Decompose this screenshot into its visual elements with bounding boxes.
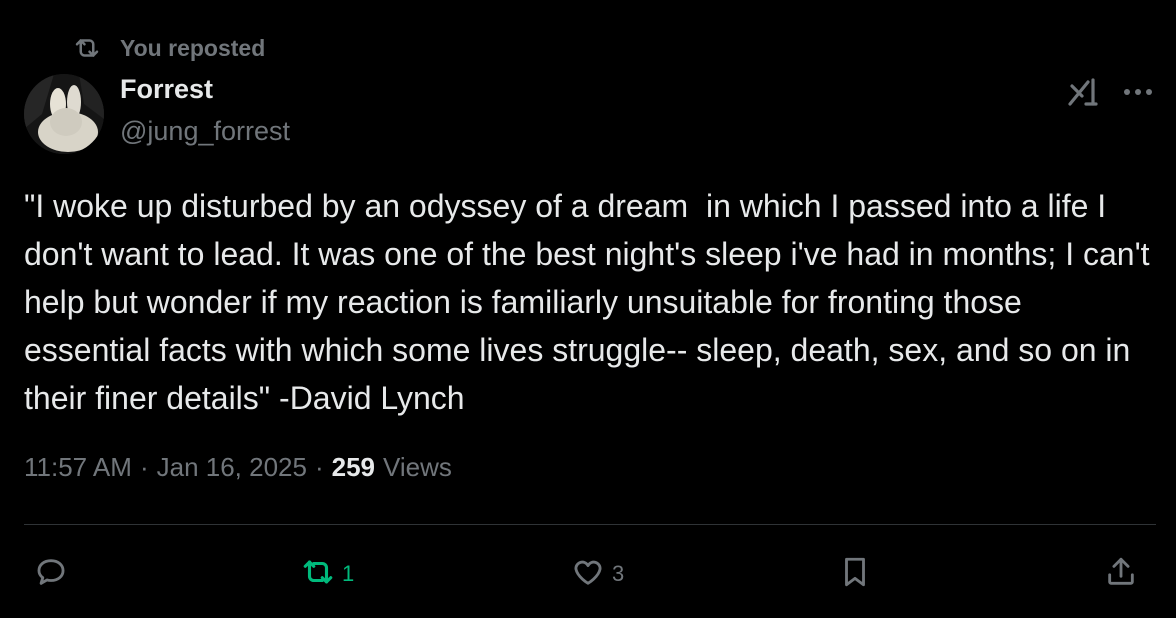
- reply-icon: [34, 555, 68, 594]
- tweet-meta: 11:57 AM · Jan 16, 2025 · 259 Views: [24, 452, 452, 483]
- tweet-time[interactable]: 11:57 AM: [24, 452, 132, 483]
- grok-icon[interactable]: [1066, 76, 1102, 108]
- bookmark-icon: [838, 555, 872, 594]
- avatar[interactable]: [24, 74, 104, 154]
- author-handle[interactable]: @jung_forrest: [120, 116, 290, 147]
- more-options-icon[interactable]: [1120, 74, 1156, 110]
- bookmark-button[interactable]: [838, 554, 872, 594]
- author-name[interactable]: Forrest: [120, 74, 213, 105]
- tweet-date[interactable]: Jan 16, 2025: [157, 452, 307, 483]
- views-label: Views: [383, 452, 452, 482]
- meta-separator: ·: [139, 452, 149, 482]
- repost-button[interactable]: 1: [300, 554, 354, 594]
- divider: [24, 524, 1156, 525]
- tweet-text: "I woke up disturbed by an odyssey of a …: [24, 188, 1159, 416]
- repost-icon: [72, 33, 102, 63]
- repost-label: You reposted: [120, 34, 266, 61]
- share-icon: [1104, 555, 1138, 594]
- like-count: 3: [612, 561, 625, 586]
- meta-separator: ·: [314, 452, 324, 482]
- views-count: 259: [331, 452, 376, 482]
- share-button[interactable]: [1104, 554, 1138, 594]
- repost-icon: [300, 555, 336, 594]
- repost-count: 1: [342, 561, 355, 586]
- reply-button[interactable]: [34, 554, 68, 594]
- heart-icon: [570, 555, 606, 594]
- repost-indicator: You reposted: [72, 32, 265, 64]
- like-button[interactable]: 3: [570, 554, 624, 594]
